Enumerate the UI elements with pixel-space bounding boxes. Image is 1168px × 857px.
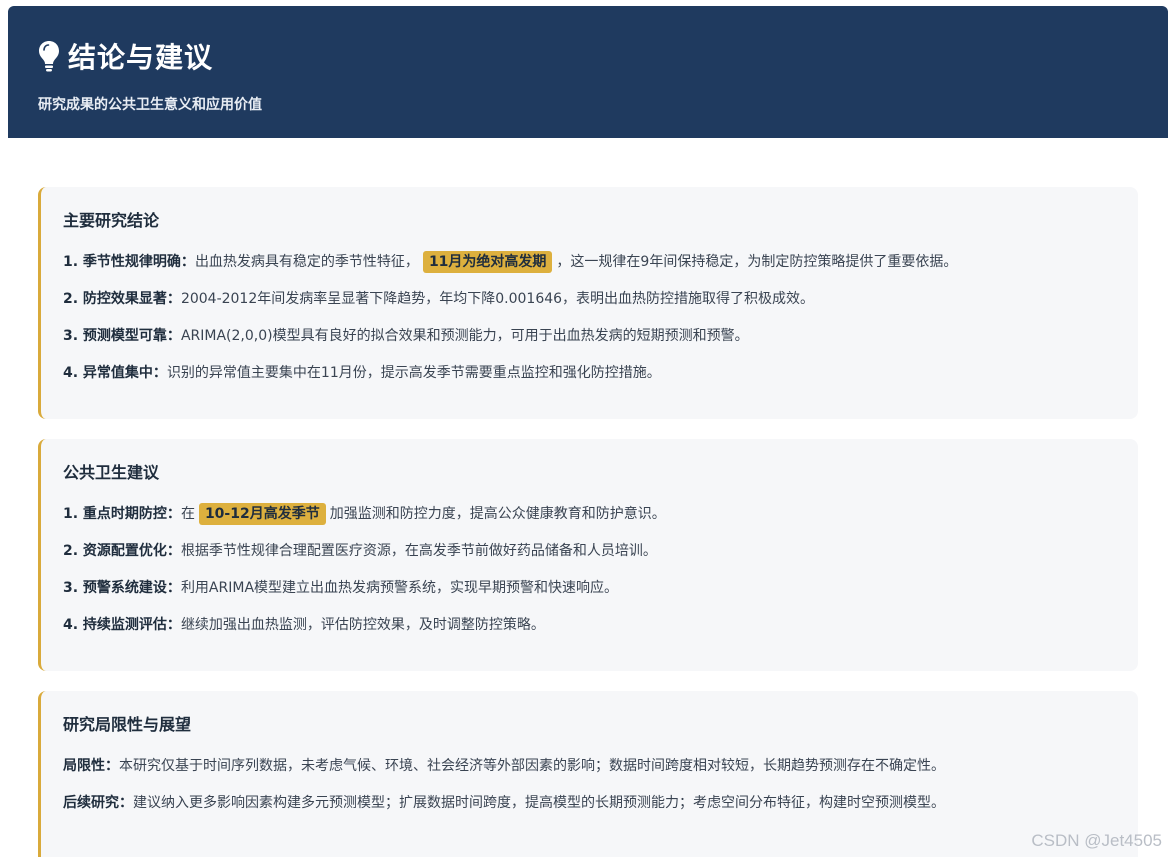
item-text: 建议纳入更多影响因素构建多元预测模型；扩展数据时间跨度，提高模型的长期预测能力；…	[133, 795, 945, 811]
item-text: ，这一规律在9年间保持稳定，为制定防控策略提供了重要依据。	[556, 254, 958, 270]
item-label: 局限性：	[63, 758, 119, 774]
limitations-card: 研究局限性与展望 局限性：本研究仅基于时间序列数据，未考虑气候、环境、社会经济等…	[38, 691, 1138, 857]
conclusions-card: 主要研究结论 1. 季节性规律明确：出血热发病具有稳定的季节性特征， 11月为绝对…	[38, 187, 1138, 419]
list-item: 后续研究：建议纳入更多影响因素构建多元预测模型；扩展数据时间跨度，提高模型的长期…	[63, 792, 1138, 814]
page-header: 结论与建议 研究成果的公共卫生意义和应用价值	[8, 6, 1168, 138]
list-item: 4. 异常值集中：识别的异常值主要集中在11月份，提示高发季节需要重点监控和强化…	[63, 362, 1138, 384]
item-text: 出血热发病具有稳定的季节性特征，	[194, 254, 419, 270]
item-label: 2. 防控效果显著：	[63, 291, 181, 307]
item-label: 1. 季节性规律明确：	[63, 254, 195, 270]
list-item: 局限性：本研究仅基于时间序列数据，未考虑气候、环境、社会经济等外部因素的影响；数…	[63, 755, 1138, 777]
item-text: 识别的异常值主要集中在11月份，提示高发季节需要重点监控和强化防控措施。	[166, 365, 661, 381]
lightbulb-icon	[39, 41, 59, 72]
item-label: 2. 资源配置优化：	[63, 543, 181, 559]
list-item: 2. 防控效果显著：2004-2012年间发病率呈显著下降趋势，年均下降0.00…	[63, 288, 1138, 310]
item-label: 3. 预警系统建设：	[63, 580, 181, 596]
page-title: 结论与建议	[68, 41, 214, 74]
header-title-row: 结论与建议	[38, 38, 1168, 74]
item-label: 4. 异常值集中：	[63, 365, 167, 381]
list-item: 3. 预测模型可靠：ARIMA(2,0,0)模型具有良好的拟合效果和预测能力，可…	[63, 325, 1138, 347]
list-item: 1. 季节性规律明确：出血热发病具有稳定的季节性特征， 11月为绝对高发期 ，这一规…	[63, 251, 1138, 273]
section-title: 主要研究结论	[63, 211, 160, 230]
highlight-badge: 10-12月高发季节	[198, 503, 326, 525]
item-text: 在	[180, 506, 195, 522]
item-label: 4. 持续监测评估：	[63, 617, 181, 633]
list-item: 4. 持续监测评估：继续加强出血热监测，评估防控效果，及时调整防控策略。	[63, 614, 1138, 636]
item-text: 本研究仅基于时间序列数据，未考虑气候、环境、社会经济等外部因素的影响；数据时间跨…	[119, 758, 945, 774]
item-text: 利用ARIMA模型建立出血热发病预警系统，实现早期预警和快速响应。	[180, 580, 619, 596]
item-label: 1. 重点时期防控：	[63, 506, 181, 522]
highlight-badge: 11月为绝对高发期	[422, 251, 553, 273]
item-text: 加强监测和防控力度，提高公众健康教育和防护意识。	[329, 506, 666, 522]
item-text: 继续加强出血热监测，评估防控效果，及时调整防控策略。	[180, 617, 545, 633]
list-item: 3. 预警系统建设：利用ARIMA模型建立出血热发病预警系统，实现早期预警和快速…	[63, 577, 1138, 599]
watermark: CSDN @Jet4505	[1031, 831, 1162, 850]
item-label: 3. 预测模型可靠：	[63, 328, 181, 344]
item-text: ARIMA(2,0,0)模型具有良好的拟合效果和预测能力，可用于出血热发病的短期…	[180, 328, 749, 344]
list-item: 2. 资源配置优化：根据季节性规律合理配置医疗资源，在高发季节前做好药品储备和人…	[63, 540, 1138, 562]
item-label: 后续研究：	[63, 795, 133, 811]
list-item: 1. 重点时期防控：在 10-12月高发季节 加强监测和防控力度，提高公众健康教育和…	[63, 503, 1138, 525]
section-title: 研究局限性与展望	[63, 715, 192, 734]
page-subtitle: 研究成果的公共卫生意义和应用价值	[38, 97, 262, 113]
item-text: 2004-2012年间发病率呈显著下降趋势，年均下降0.001646，表明出血热…	[180, 291, 815, 307]
section-title: 公共卫生建议	[63, 463, 160, 482]
item-text: 根据季节性规律合理配置医疗资源，在高发季节前做好药品储备和人员培训。	[180, 543, 657, 559]
recommendations-card: 公共卫生建议 1. 重点时期防控：在 10-12月高发季节 加强监测和防控力度，提高…	[38, 439, 1138, 671]
